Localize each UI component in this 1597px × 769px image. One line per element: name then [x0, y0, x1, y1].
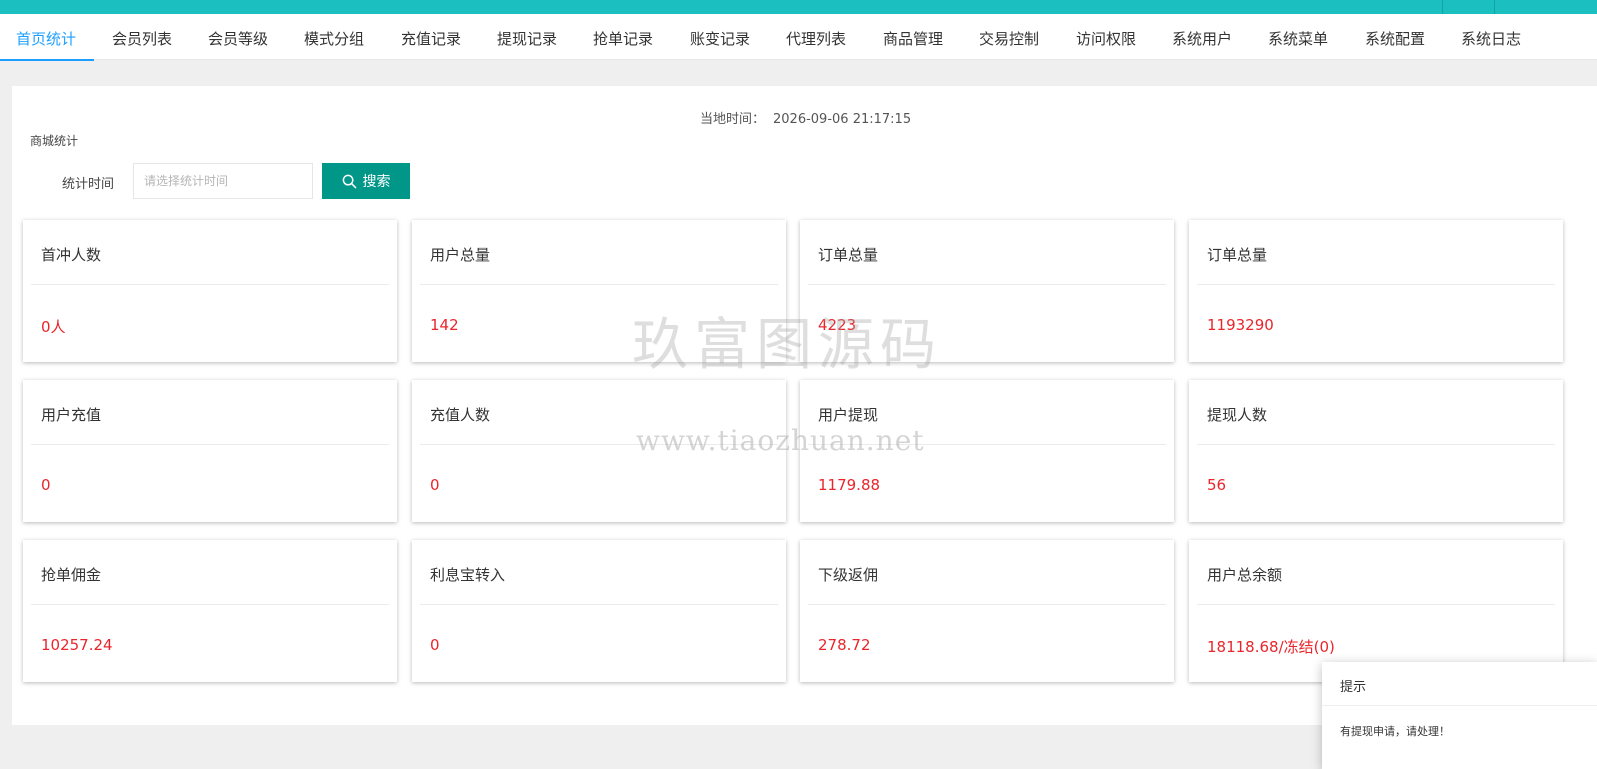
stat-card-value: 0人: [41, 318, 66, 336]
notice-divider: [1322, 705, 1597, 706]
tab-recharge-records[interactable]: 充值记录: [401, 14, 461, 60]
header-divider: [1442, 0, 1443, 14]
local-time-label: 当地时间：: [700, 112, 766, 127]
tab-account-change-records[interactable]: 账变记录: [690, 14, 750, 60]
stat-card-title: 下级返佣: [818, 566, 879, 584]
stat-card-title: 充值人数: [430, 406, 491, 424]
stat-card-value: 0: [41, 476, 51, 494]
stat-card-total-order-amount: 订单总量 1193290: [1189, 220, 1563, 362]
tab-grab-order-records[interactable]: 抢单记录: [593, 14, 653, 60]
stat-card-title: 首冲人数: [41, 246, 102, 264]
card-divider: [31, 284, 389, 285]
stat-card-value: 56: [1207, 476, 1227, 494]
stat-card-value: 1179.88: [818, 476, 881, 494]
tab-withdraw-records[interactable]: 提现记录: [497, 14, 557, 60]
tab-trade-control[interactable]: 交易控制: [979, 14, 1039, 60]
local-time: 当地时间： 2026-09-06 21:17:15: [700, 108, 911, 127]
card-divider: [420, 604, 778, 605]
tab-member-list[interactable]: 会员列表: [112, 14, 172, 60]
card-divider: [808, 444, 1166, 445]
tab-agent-list[interactable]: 代理列表: [786, 14, 846, 60]
stat-card-total-orders: 订单总量 4223: [800, 220, 1174, 362]
stat-card-value: 4223: [818, 316, 857, 334]
stat-card-value: 142: [430, 316, 459, 334]
stat-card-first-recharge-users: 首冲人数 0人: [23, 220, 397, 362]
stat-card-value: 0: [430, 476, 440, 494]
card-divider: [808, 604, 1166, 605]
stat-card-recharge-users: 充值人数 0: [412, 380, 786, 522]
stat-card-title: 利息宝转入: [430, 566, 506, 584]
stat-card-title: 抢单佣金: [41, 566, 102, 584]
stat-card-total-balance: 用户总余额 18118.68/冻结(0): [1189, 540, 1563, 682]
stat-card-title: 订单总量: [818, 246, 879, 264]
card-divider: [1197, 604, 1555, 605]
tab-system-users[interactable]: 系统用户: [1172, 14, 1232, 60]
stat-card-title: 用户提现: [818, 406, 879, 424]
stat-card-title: 用户总量: [430, 246, 491, 264]
stat-card-user-recharge: 用户充值 0: [23, 380, 397, 522]
stat-card-subordinate-rebate: 下级返佣 278.72: [800, 540, 1174, 682]
stat-card-grab-commission: 抢单佣金 10257.24: [23, 540, 397, 682]
tab-mode-group[interactable]: 模式分组: [304, 14, 364, 60]
stat-card-interest-transfer: 利息宝转入 0: [412, 540, 786, 682]
stat-time-label: 统计时间: [62, 177, 115, 192]
stat-card-user-withdrawal: 用户提现 1179.88: [800, 380, 1174, 522]
tab-member-level[interactable]: 会员等级: [208, 14, 268, 60]
search-button[interactable]: 搜索: [322, 163, 410, 199]
tab-system-config[interactable]: 系统配置: [1365, 14, 1425, 60]
card-divider: [1197, 284, 1555, 285]
tab-system-log[interactable]: 系统日志: [1461, 14, 1521, 60]
card-divider: [31, 604, 389, 605]
card-divider: [420, 284, 778, 285]
local-time-value: 2026-09-06 21:17:15: [773, 112, 912, 127]
notice-message: 有提现申请，请处理！: [1340, 725, 1450, 738]
card-divider: [1197, 444, 1555, 445]
search-icon: [342, 174, 357, 189]
stat-card-value: 10257.24: [41, 636, 113, 654]
tab-access-permissions[interactable]: 访问权限: [1076, 14, 1136, 60]
stat-card-title: 订单总量: [1207, 246, 1268, 264]
tab-system-menu[interactable]: 系统菜单: [1268, 14, 1328, 60]
nav-tabs-bar: 首页统计 会员列表 会员等级 模式分组 充值记录 提现记录 抢单记录 账变记录 …: [0, 14, 1597, 61]
stat-card-withdrawal-users: 提现人数 56: [1189, 380, 1563, 522]
section-title: 商城统计: [30, 134, 79, 148]
notice-title: 提示: [1340, 680, 1367, 695]
stat-card-value: 0: [430, 636, 440, 654]
tab-product-management[interactable]: 商品管理: [883, 14, 943, 60]
stat-card-value: 18118.68/冻结(0): [1207, 638, 1335, 656]
tab-home-stats[interactable]: 首页统计: [0, 14, 95, 61]
card-divider: [808, 284, 1166, 285]
stat-card-value: 1193290: [1207, 316, 1274, 334]
header-divider: [1494, 0, 1495, 14]
stat-card-total-users: 用户总量 142: [412, 220, 786, 362]
stat-card-title: 提现人数: [1207, 406, 1268, 424]
stat-card-title: 用户总余额: [1207, 566, 1283, 584]
stat-card-title: 用户充值: [41, 406, 102, 424]
card-divider: [31, 444, 389, 445]
search-button-label: 搜索: [362, 174, 391, 190]
card-divider: [420, 444, 778, 445]
top-header-bar: [0, 0, 1597, 14]
notice-popup[interactable]: 提示 有提现申请，请处理！: [1322, 662, 1597, 769]
stat-card-value: 278.72: [818, 636, 871, 654]
stat-time-input[interactable]: [133, 163, 313, 199]
